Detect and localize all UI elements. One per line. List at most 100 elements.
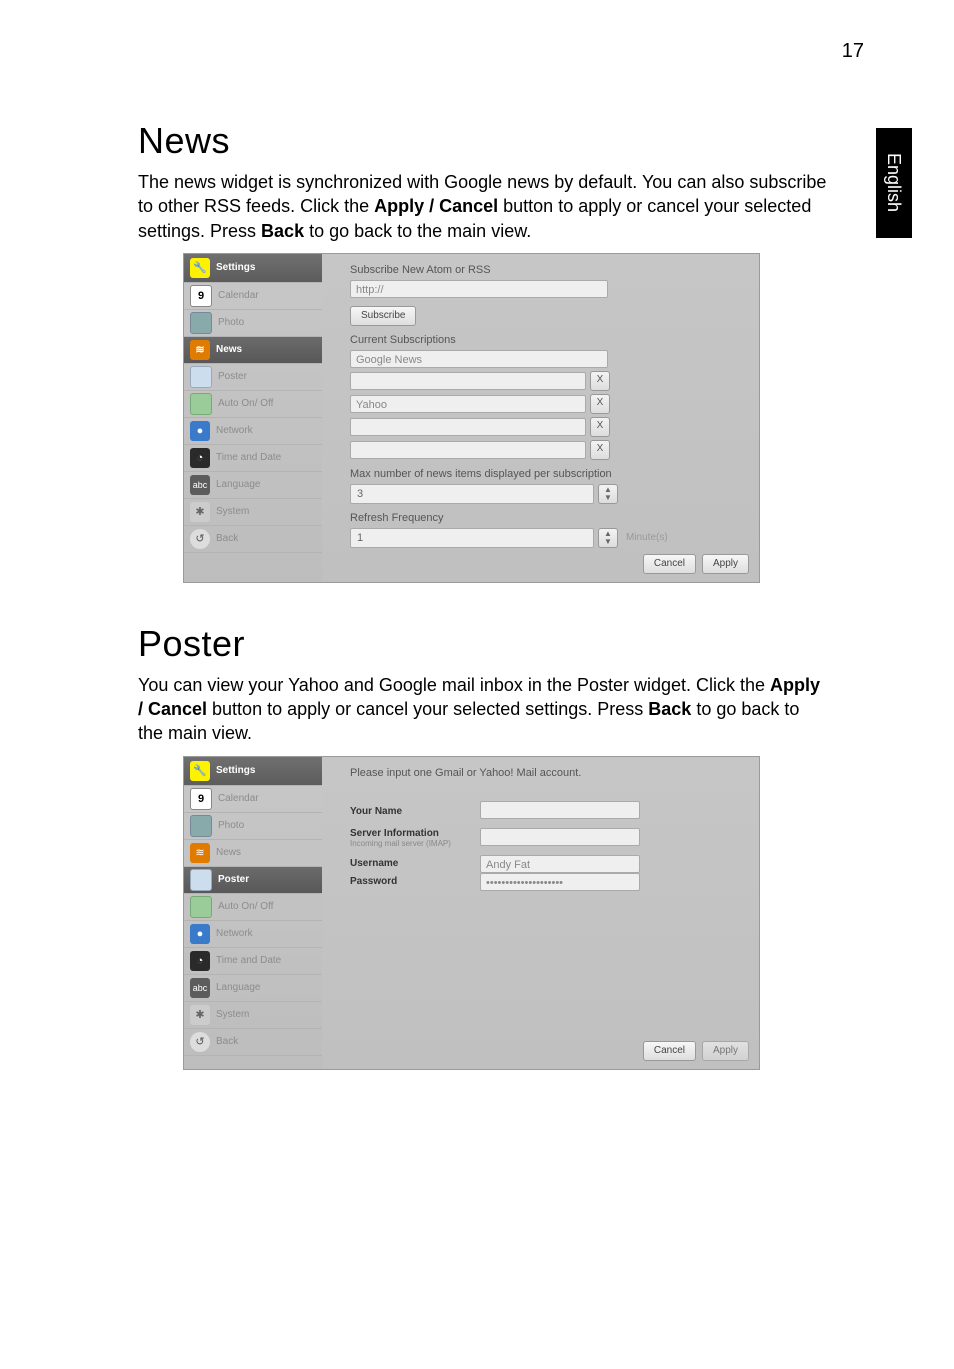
page-number: 17 bbox=[842, 40, 864, 63]
sidebar-item-time[interactable]: ◔ Time and Date bbox=[184, 445, 322, 472]
sidebar-item-auto[interactable]: Auto On/ Off bbox=[184, 391, 322, 418]
sidebar-item-auto[interactable]: Auto On/ Off bbox=[184, 894, 322, 921]
sidebar-item-label: Calendar bbox=[218, 793, 259, 804]
sidebar-item-photo[interactable]: Photo bbox=[184, 310, 322, 337]
photo-icon bbox=[190, 312, 212, 334]
settings-icon: 🔧 bbox=[190, 761, 210, 781]
subscription-list: Google News X YahooX X X bbox=[350, 350, 745, 460]
sidebar-item-language[interactable]: abcLanguage bbox=[184, 472, 322, 499]
sidebar-item-network[interactable]: ● Network bbox=[184, 921, 322, 948]
poster-instruction: Please input one Gmail or Yahoo! Mail ac… bbox=[350, 767, 745, 779]
sidebar-item-label: Time and Date bbox=[216, 955, 281, 966]
sidebar-item-label: Language bbox=[216, 982, 261, 993]
sidebar: 🔧 Settings 9Calendar Photo ≋News Poster … bbox=[184, 254, 322, 582]
sidebar-header: 🔧 Settings bbox=[184, 757, 322, 786]
sidebar-item-system[interactable]: ✱ System bbox=[184, 499, 322, 526]
sidebar-item-news[interactable]: ≋News bbox=[184, 337, 322, 364]
power-icon bbox=[190, 393, 212, 415]
password-input[interactable]: •••••••••••••••••••• bbox=[480, 873, 640, 891]
cancel-button[interactable]: Cancel bbox=[643, 1041, 696, 1061]
max-items-input[interactable]: 3 bbox=[350, 484, 594, 504]
remove-sub-button[interactable]: X bbox=[590, 417, 610, 437]
poster-main-panel: Please input one Gmail or Yahoo! Mail ac… bbox=[322, 757, 759, 1069]
text: You can view your Yahoo and Google mail … bbox=[138, 675, 770, 695]
spinner-buttons[interactable]: ▲▼ bbox=[598, 528, 618, 548]
clock-icon: ◔ bbox=[190, 951, 210, 971]
remove-sub-button[interactable]: X bbox=[590, 440, 610, 460]
sub-item bbox=[350, 418, 586, 436]
sub-item bbox=[350, 441, 586, 459]
username-label: Username bbox=[350, 858, 470, 869]
text-bold: Back bbox=[648, 699, 691, 719]
sidebar-item-label: Photo bbox=[218, 820, 244, 831]
sidebar-item-label: Auto On/ Off bbox=[218, 398, 273, 409]
sidebar-item-label: Poster bbox=[218, 874, 249, 885]
poster-settings-screenshot: 🔧 Settings 9Calendar Photo ≋News Poster … bbox=[183, 756, 760, 1070]
server-input[interactable] bbox=[480, 828, 640, 846]
sidebar-item-network[interactable]: ● Network bbox=[184, 418, 322, 445]
sidebar-item-label: News bbox=[216, 847, 241, 858]
sidebar-item-label: Network bbox=[216, 928, 253, 939]
sub-item: Yahoo bbox=[350, 395, 586, 413]
sidebar-item-label: Poster bbox=[218, 371, 247, 382]
back-icon: ↺ bbox=[190, 529, 210, 549]
sidebar: 🔧 Settings 9Calendar Photo ≋News Poster … bbox=[184, 757, 322, 1069]
globe-icon: ● bbox=[190, 924, 210, 944]
sidebar-item-news[interactable]: ≋ News bbox=[184, 840, 322, 867]
subscribe-title: Subscribe New Atom or RSS bbox=[350, 264, 745, 276]
heading-poster: Poster bbox=[138, 623, 874, 665]
max-items-label: Max number of news items displayed per s… bbox=[350, 468, 745, 480]
current-subs-title: Current Subscriptions bbox=[350, 334, 745, 346]
sub-item: Google News bbox=[350, 350, 608, 368]
gear-icon: ✱ bbox=[190, 1005, 210, 1025]
sidebar-item-calendar[interactable]: 9Calendar bbox=[184, 786, 322, 813]
text-bold: Back bbox=[261, 221, 304, 241]
sidebar-item-back[interactable]: ↺Back bbox=[184, 1029, 322, 1056]
rss-icon: ≋ bbox=[190, 843, 210, 863]
news-settings-screenshot: 🔧 Settings 9Calendar Photo ≋News Poster … bbox=[183, 253, 760, 583]
sidebar-item-label: Back bbox=[216, 533, 238, 544]
sidebar-header-label: Settings bbox=[216, 262, 255, 273]
sidebar-item-photo[interactable]: Photo bbox=[184, 813, 322, 840]
poster-paragraph: You can view your Yahoo and Google mail … bbox=[138, 673, 828, 746]
sidebar-item-poster[interactable]: Poster bbox=[184, 364, 322, 391]
sidebar-item-back[interactable]: ↺ Back bbox=[184, 526, 322, 553]
apply-button[interactable]: Apply bbox=[702, 1041, 749, 1061]
sidebar-item-label: Photo bbox=[218, 317, 244, 328]
refresh-input[interactable]: 1 bbox=[350, 528, 594, 548]
rss-url-input[interactable]: http:// bbox=[350, 280, 608, 298]
remove-sub-button[interactable]: X bbox=[590, 371, 610, 391]
server-info-hint: Incoming mail server (IMAP) bbox=[350, 839, 470, 848]
sidebar-item-calendar[interactable]: 9Calendar bbox=[184, 283, 322, 310]
clock-icon: ◔ bbox=[190, 448, 210, 468]
text-bold: Apply / Cancel bbox=[374, 196, 498, 216]
sidebar-item-label: Network bbox=[216, 425, 253, 436]
refresh-label: Refresh Frequency bbox=[350, 512, 745, 524]
sidebar-header-label: Settings bbox=[216, 765, 255, 776]
sidebar-item-label: Calendar bbox=[218, 290, 259, 301]
sidebar-item-language[interactable]: abcLanguage bbox=[184, 975, 322, 1002]
sidebar-item-poster[interactable]: Poster bbox=[184, 867, 322, 894]
gear-icon: ✱ bbox=[190, 502, 210, 522]
sidebar-item-system[interactable]: ✱System bbox=[184, 1002, 322, 1029]
news-paragraph: The news widget is synchronized with Goo… bbox=[138, 170, 828, 243]
back-icon: ↺ bbox=[190, 1032, 210, 1052]
photo-icon bbox=[190, 815, 212, 837]
settings-icon: 🔧 bbox=[190, 258, 210, 278]
apply-button[interactable]: Apply bbox=[702, 554, 749, 574]
sidebar-item-label: System bbox=[216, 506, 249, 517]
subscribe-button[interactable]: Subscribe bbox=[350, 306, 416, 326]
cancel-button[interactable]: Cancel bbox=[643, 554, 696, 574]
username-input[interactable]: Andy Fat bbox=[480, 855, 640, 873]
text: to go back to the main view. bbox=[304, 221, 531, 241]
sidebar-item-label: Time and Date bbox=[216, 452, 281, 463]
sidebar-item-time[interactable]: ◔ Time and Date bbox=[184, 948, 322, 975]
remove-sub-button[interactable]: X bbox=[590, 394, 610, 414]
globe-icon: ● bbox=[190, 421, 210, 441]
spinner-buttons[interactable]: ▲▼ bbox=[598, 484, 618, 504]
your-name-label: Your Name bbox=[350, 806, 470, 817]
mail-icon bbox=[190, 366, 212, 388]
your-name-input[interactable] bbox=[480, 801, 640, 819]
text: button to apply or cancel your selected … bbox=[207, 699, 648, 719]
sidebar-item-label: News bbox=[216, 344, 242, 355]
